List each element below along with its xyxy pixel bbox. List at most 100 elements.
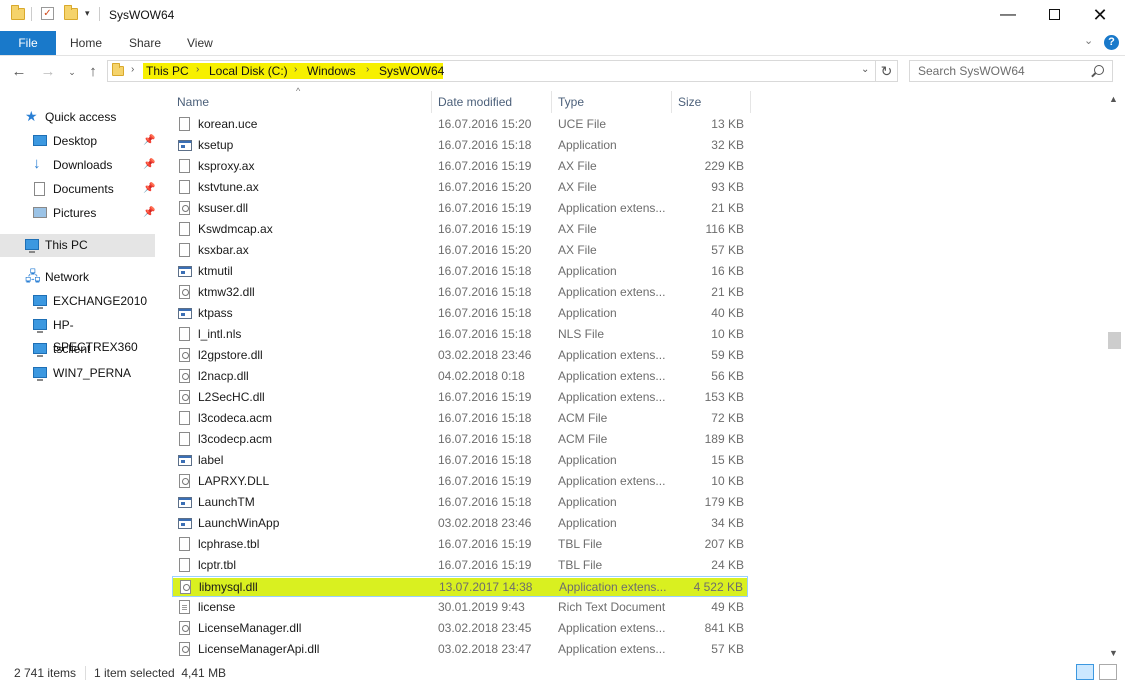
file-row[interactable]: ktpass 16.07.2016 15:18 Application 40 KB	[172, 303, 748, 324]
close-button[interactable]: ✕	[1077, 0, 1123, 30]
details-view-button[interactable]	[1076, 664, 1094, 680]
customize-quick-access-icon[interactable]: ▾	[85, 8, 90, 19]
file-row[interactable]: kstvtune.ax 16.07.2016 15:20 AX File 93 KB	[172, 177, 748, 198]
file-row[interactable]: l3codecp.acm 16.07.2016 15:18 ACM File 189 …	[172, 429, 748, 450]
properties-icon[interactable]: ✓	[41, 7, 54, 20]
file-date: 16.07.2016 15:18	[438, 306, 532, 320]
minimize-button[interactable]: —	[985, 0, 1031, 30]
application-icon	[178, 455, 192, 466]
sidebar-label: WIN7_PERNA	[53, 366, 132, 380]
address-dropdown-icon[interactable]: ⌄	[861, 64, 869, 75]
file-row[interactable]: korean.uce 16.07.2016 15:20 UCE File 13 KB	[172, 114, 748, 135]
file-icon	[179, 243, 190, 257]
column-divider[interactable]	[671, 91, 672, 113]
vertical-scrollbar[interactable]	[1106, 91, 1123, 662]
pin-icon[interactable]: 📌	[143, 178, 155, 200]
column-divider[interactable]	[750, 91, 751, 113]
forward-button[interactable]: →	[38, 62, 58, 82]
scroll-up-icon[interactable]: ▲	[1109, 94, 1118, 104]
file-row[interactable]: l_intl.nls 16.07.2016 15:18 NLS File 10 KB	[172, 324, 748, 345]
sidebar-item-desktop[interactable]: Desktop 📌	[0, 130, 155, 152]
sidebar-item-downloads[interactable]: ↓ Downloads 📌	[0, 154, 155, 176]
back-button[interactable]: ←	[9, 62, 29, 82]
file-row[interactable]: LicenseManager.dll 03.02.2018 23:45 Applic…	[172, 618, 748, 639]
file-name: ksproxy.ax	[198, 159, 255, 173]
file-row[interactable]: l3codeca.acm 16.07.2016 15:18 ACM File 72 K…	[172, 408, 748, 429]
column-header-type[interactable]: Type	[558, 95, 584, 111]
refresh-button[interactable]: ↻	[876, 60, 898, 82]
recent-locations-icon[interactable]: ⌄	[62, 62, 82, 82]
tab-view[interactable]: View	[187, 31, 213, 55]
breadcrumb-syswow64[interactable]: SysWOW64	[379, 64, 444, 78]
sidebar-item-win7-perna[interactable]: WIN7_PERNA	[0, 362, 155, 384]
sidebar-label: Downloads	[53, 158, 113, 172]
chevron-right-icon[interactable]: ›	[131, 64, 134, 75]
column-header-name[interactable]: Name	[177, 95, 209, 111]
scroll-down-icon[interactable]: ▼	[1109, 648, 1118, 658]
sidebar-item-hp-spectrex360[interactable]: HP-SPECTREX360	[0, 314, 155, 354]
file-row[interactable]: ktmw32.dll 16.07.2016 15:18 Application ex…	[172, 282, 748, 303]
sidebar-label: Desktop	[53, 134, 98, 148]
sidebar-item-exchange2010[interactable]: EXCHANGE2010	[0, 290, 155, 312]
tab-home[interactable]: Home	[70, 31, 102, 55]
file-row[interactable]: LaunchTM 16.07.2016 15:18 Application 179 K…	[172, 492, 748, 513]
help-icon[interactable]: ?	[1104, 35, 1119, 50]
pin-icon[interactable]: 📌	[143, 130, 155, 152]
sidebar-item-pictures[interactable]: Pictures 📌	[0, 202, 155, 224]
maximize-button[interactable]	[1031, 0, 1077, 30]
column-header-size[interactable]: Size	[678, 95, 701, 111]
large-icons-view-button[interactable]	[1099, 664, 1117, 680]
sidebar-item-quick-access[interactable]: ★ Quick access	[0, 106, 155, 128]
breadcrumb-this-pc[interactable]: This PC	[146, 64, 189, 78]
expand-ribbon-icon[interactable]: ⌄	[1084, 34, 1093, 47]
new-folder-icon[interactable]	[64, 5, 78, 20]
file-type: Application extens...	[558, 621, 666, 635]
chevron-right-icon[interactable]: ›	[294, 64, 297, 75]
file-row[interactable]: lcphrase.tbl 16.07.2016 15:19 TBL File 207 …	[172, 534, 748, 555]
file-row[interactable]: l2gpstore.dll 03.02.2018 23:46 Application…	[172, 345, 748, 366]
file-row[interactable]: label 16.07.2016 15:18 Application 15 KB	[172, 450, 748, 471]
tab-share[interactable]: Share	[129, 31, 161, 55]
file-type: Application	[558, 264, 617, 278]
file-icon	[179, 159, 190, 173]
file-row[interactable]: LAPRXY.DLL 16.07.2016 15:19 Application ex…	[172, 471, 748, 492]
dll-file-icon	[179, 642, 190, 656]
search-box[interactable]	[909, 60, 1113, 82]
file-row[interactable]: ksuser.dll 16.07.2016 15:19 Application ex…	[172, 198, 748, 219]
file-row[interactable]: Kswdmcap.ax 16.07.2016 15:19 AX File 116 KB	[172, 219, 748, 240]
search-input[interactable]	[918, 64, 1088, 78]
chevron-right-icon[interactable]: ›	[196, 64, 199, 75]
breadcrumb-windows[interactable]: Windows	[307, 64, 356, 78]
column-divider[interactable]	[551, 91, 552, 113]
file-row[interactable]: L2SecHC.dll 16.07.2016 15:19 Application e…	[172, 387, 748, 408]
pin-icon[interactable]: 📌	[143, 154, 155, 176]
file-row[interactable]: LicenseManagerApi.dll 03.02.2018 23:47 App…	[172, 639, 748, 660]
sidebar-item-documents[interactable]: Documents 📌	[0, 178, 155, 200]
file-row[interactable]: license 30.01.2019 9:43 Rich Text Document…	[172, 597, 748, 618]
sidebar-item-network[interactable]: 🖧 Network	[0, 266, 155, 288]
file-size: 21 KB	[711, 201, 744, 215]
file-row[interactable]: ksetup 16.07.2016 15:18 Application 32 KB	[172, 135, 748, 156]
file-row[interactable]: ksxbar.ax 16.07.2016 15:20 AX File 57 KB	[172, 240, 748, 261]
file-name: lcptr.tbl	[198, 558, 237, 572]
file-row[interactable]: LaunchWinApp 03.02.2018 23:46 Application 3…	[172, 513, 748, 534]
file-row[interactable]: ktmutil 16.07.2016 15:18 Application 16 KB	[172, 261, 748, 282]
file-row[interactable]: lcptr.tbl 16.07.2016 15:19 TBL File 24 KB	[172, 555, 748, 576]
search-icon[interactable]	[1094, 65, 1104, 75]
up-button[interactable]: ↑	[83, 62, 103, 82]
scrollbar-thumb[interactable]	[1108, 332, 1121, 349]
chevron-right-icon[interactable]: ›	[366, 64, 369, 75]
pin-icon[interactable]: 📌	[143, 202, 155, 224]
sidebar-item-tsclient[interactable]: tsclient	[0, 338, 155, 360]
sidebar-item-this-pc[interactable]: This PC	[0, 234, 155, 256]
file-type: Application extens...	[558, 474, 666, 488]
sidebar-label: Network	[45, 270, 90, 284]
column-divider[interactable]	[431, 91, 432, 113]
breadcrumb-local-disk[interactable]: Local Disk (C:)	[209, 64, 288, 78]
column-header-date[interactable]: Date modified	[438, 95, 512, 111]
file-row[interactable]: ksproxy.ax 16.07.2016 15:19 AX File 229 KB	[172, 156, 748, 177]
sidebar-label: Documents	[53, 182, 114, 196]
tab-file[interactable]: File	[0, 31, 56, 55]
file-row[interactable]: l2nacp.dll 04.02.2018 0:18 Application ext…	[172, 366, 748, 387]
file-row[interactable]: libmysql.dll 13.07.2017 14:38 Application …	[172, 576, 748, 597]
